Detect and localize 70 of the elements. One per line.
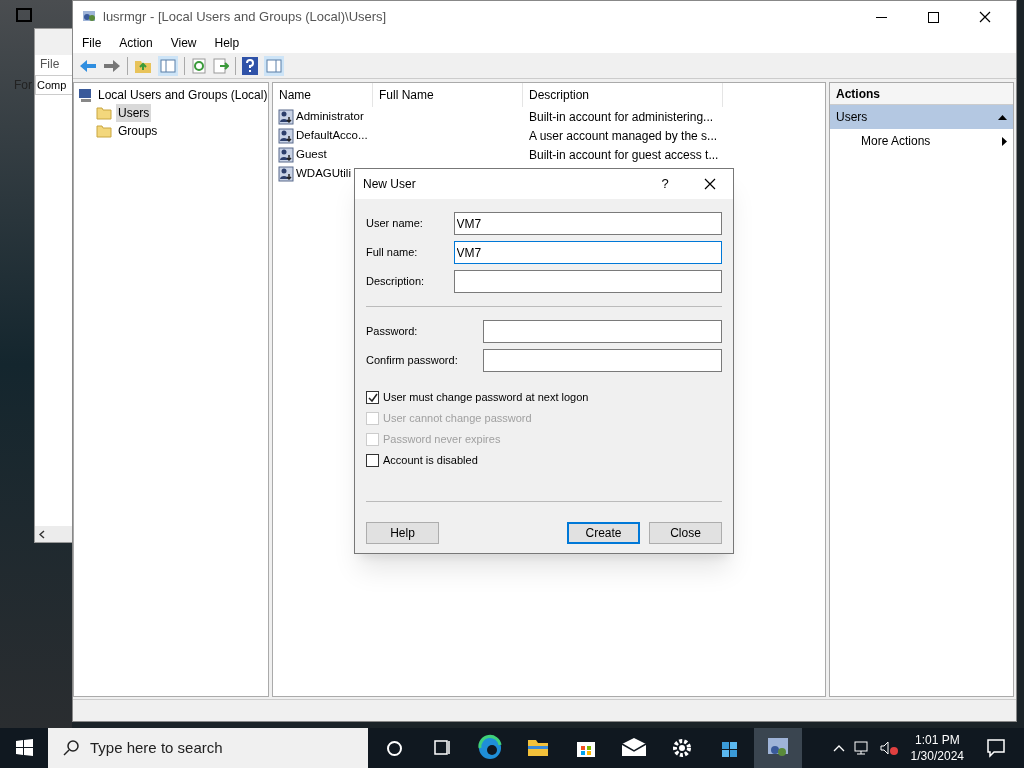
table-cell[interactable]: Administrator: [296, 107, 364, 126]
field-label: Description:: [366, 274, 426, 290]
checkbox-label: Password never expires: [383, 432, 501, 448]
field-label: Password:: [366, 324, 419, 340]
checkbox-label: User must change password at next logon: [383, 390, 589, 406]
minimize-icon: [875, 16, 887, 18]
menu-item[interactable]: View: [170, 34, 197, 52]
tree-item[interactable]: Local Users and Groups (Local): [98, 86, 268, 104]
table-cell: Built-in account for guest access t...: [529, 147, 719, 162]
checkbox-label: User cannot change password: [383, 411, 532, 427]
text-field[interactable]: [453, 270, 722, 293]
table-cell[interactable]: Guest: [296, 145, 327, 164]
text-field[interactable]: VM7: [453, 241, 722, 264]
table-cell: Built-in account for administering...: [529, 109, 714, 124]
action-item[interactable]: More Actions: [830, 129, 1013, 153]
folder-icon: [96, 124, 112, 138]
search-field[interactable]: Type here to search: [48, 728, 368, 768]
muted-speaker-icon[interactable]: [878, 740, 899, 756]
field-label: User name:: [366, 216, 424, 232]
menu-item[interactable]: File: [35, 55, 73, 75]
column-header[interactable]: Description: [523, 83, 723, 107]
close-icon: [979, 11, 991, 23]
scroll-left-icon[interactable]: [39, 529, 45, 539]
forward-icon[interactable]: [103, 58, 121, 73]
scrollbar[interactable]: [35, 526, 73, 542]
field-label: Confirm password:: [366, 353, 459, 369]
back-icon[interactable]: [79, 58, 97, 73]
user-icon: [278, 127, 294, 144]
collapse-icon: [998, 114, 1007, 120]
help-icon[interactable]: [242, 56, 258, 75]
users-icon[interactable]: [754, 728, 802, 768]
search-icon: [62, 739, 80, 757]
menu-item[interactable]: File: [82, 34, 102, 52]
window-title: lusrmgr - [Local Users and Groups (Local)\Users]: [103, 8, 388, 27]
user-icon: [278, 146, 294, 163]
user-icon: [278, 108, 294, 125]
clock-date[interactable]: 1/30/2024: [910, 748, 964, 764]
checkbox[interactable]: [366, 391, 379, 404]
network-icon[interactable]: [852, 740, 871, 756]
chevron-up-icon[interactable]: [832, 744, 845, 752]
dialog-button[interactable]: Create: [567, 522, 640, 544]
checkbox[interactable]: [366, 454, 379, 467]
table-cell[interactable]: WDAGUtili: [296, 164, 351, 183]
actions-header: Actions: [830, 83, 1013, 105]
actions-section[interactable]: Users: [830, 105, 1013, 129]
column-header[interactable]: Full Name: [373, 83, 523, 107]
menu-item[interactable]: Help: [214, 34, 240, 52]
field-label: Full name:: [366, 245, 419, 261]
folder-icon: [96, 106, 112, 120]
computer-icon: [78, 87, 94, 103]
help-button[interactable]: ?: [643, 174, 687, 194]
tree-item[interactable]: Users: [116, 104, 152, 122]
text-field[interactable]: VM7: [453, 212, 722, 235]
checkbox-label: Account is disabled: [383, 453, 478, 469]
user-icon: [278, 165, 294, 182]
dialog-button[interactable]: Close: [649, 522, 722, 544]
export-icon[interactable]: [213, 57, 229, 74]
table-cell[interactable]: DefaultAcco...: [296, 126, 368, 145]
column-header[interactable]: Name: [273, 83, 373, 107]
close-icon: [704, 178, 716, 190]
table-cell: A user account managed by the s...: [529, 128, 718, 143]
clock-time[interactable]: 1:01 PM: [914, 732, 960, 748]
password-field[interactable]: [483, 349, 722, 372]
dialog-title: New User: [363, 176, 417, 193]
tree-item[interactable]: Groups: [116, 122, 160, 140]
menu-item[interactable]: Action: [119, 34, 153, 52]
refresh-icon[interactable]: [191, 57, 207, 74]
dialog-button[interactable]: Help: [366, 522, 439, 544]
submenu-icon: [1002, 136, 1007, 146]
password-field[interactable]: [483, 320, 722, 343]
